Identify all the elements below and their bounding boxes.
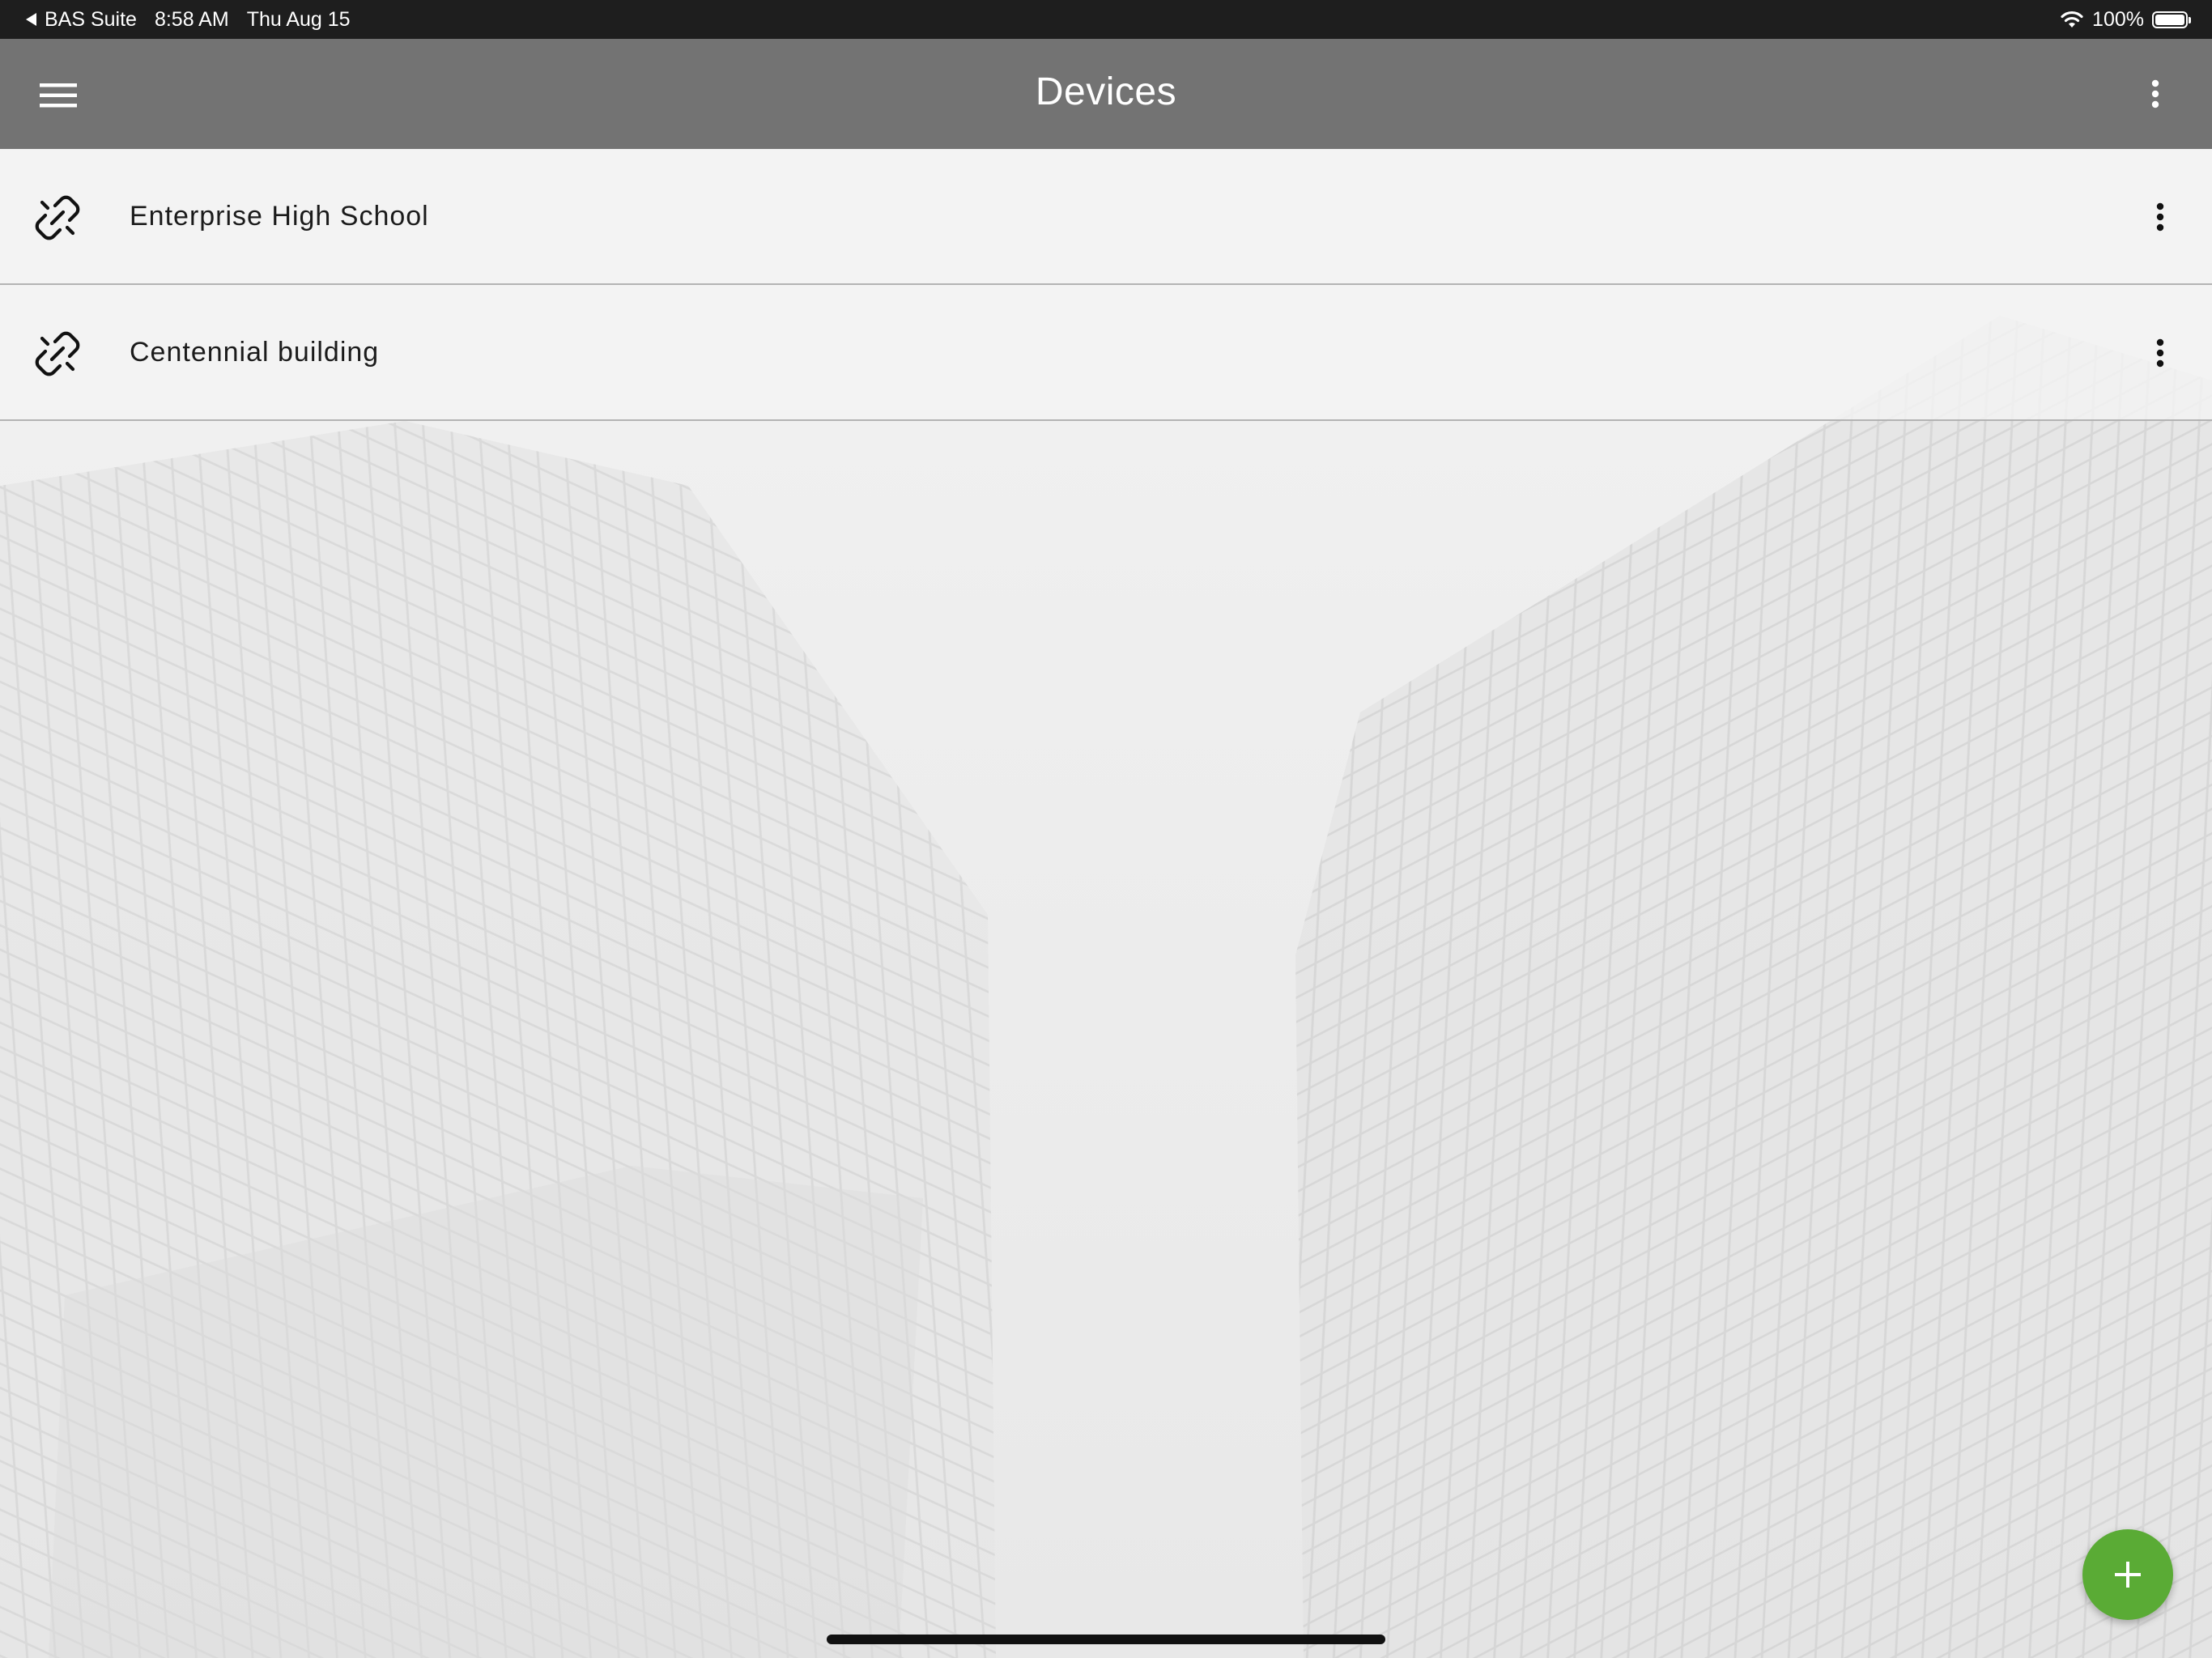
link-icon xyxy=(35,195,80,240)
wifi-icon xyxy=(2061,11,2083,28)
battery-icon xyxy=(2152,11,2191,28)
device-more-button[interactable] xyxy=(2128,321,2193,385)
add-device-button[interactable] xyxy=(2082,1529,2173,1620)
more-vert-icon xyxy=(2151,79,2159,108)
status-date: Thu Aug 15 xyxy=(246,7,351,31)
app-more-button[interactable] xyxy=(2123,62,2188,126)
more-vert-icon xyxy=(2156,338,2164,368)
list-item[interactable]: Enterprise High School xyxy=(0,149,2212,285)
status-time: 8:58 AM xyxy=(154,7,229,31)
battery-percent: 100% xyxy=(2092,7,2144,31)
device-more-button[interactable] xyxy=(2128,185,2193,249)
link-icon xyxy=(35,331,80,376)
list-item[interactable]: Centennial building xyxy=(0,285,2212,421)
back-app-label: BAS Suite xyxy=(45,7,137,31)
device-name: Enterprise High School xyxy=(130,200,429,232)
home-indicator[interactable] xyxy=(827,1635,1385,1644)
plus-icon xyxy=(2115,1562,2141,1588)
back-arrow-icon xyxy=(26,13,36,26)
back-to-app[interactable]: BAS Suite 8:58 AM Thu Aug 15 xyxy=(26,0,351,39)
device-name: Centennial building xyxy=(130,336,380,368)
device-list: Enterprise High School Centennial buildi… xyxy=(0,149,2212,421)
more-vert-icon xyxy=(2156,202,2164,232)
app-bar: Devices xyxy=(0,39,2212,149)
page-title: Devices xyxy=(1035,70,1177,113)
status-bar: BAS Suite 8:58 AM Thu Aug 15 100% xyxy=(0,0,2212,39)
